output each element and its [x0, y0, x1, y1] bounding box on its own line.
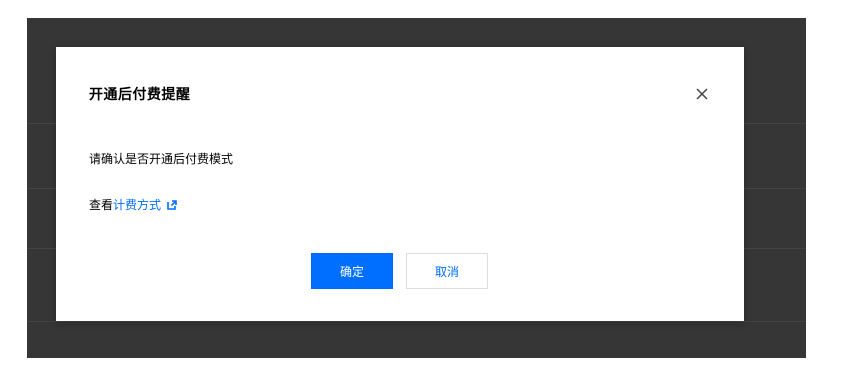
backdrop-divider: [27, 321, 806, 322]
dialog-message: 请确认是否开通后付费模式: [89, 152, 234, 166]
link-prefix: 查看: [89, 198, 114, 212]
close-button[interactable]: [693, 85, 711, 103]
cancel-button[interactable]: 取消: [406, 253, 488, 289]
external-link-icon[interactable]: [166, 199, 178, 211]
confirm-button[interactable]: 确定: [311, 253, 393, 289]
close-icon: [696, 88, 708, 100]
billing-link-row: 查看 计费方式: [89, 196, 178, 213]
dialog-title: 开通后付费提醒: [89, 87, 191, 103]
postpaid-confirm-dialog: 开通后付费提醒 请确认是否开通后付费模式 查看 计费方式 确定 取消: [56, 47, 744, 321]
billing-method-link[interactable]: 计费方式: [113, 196, 161, 213]
